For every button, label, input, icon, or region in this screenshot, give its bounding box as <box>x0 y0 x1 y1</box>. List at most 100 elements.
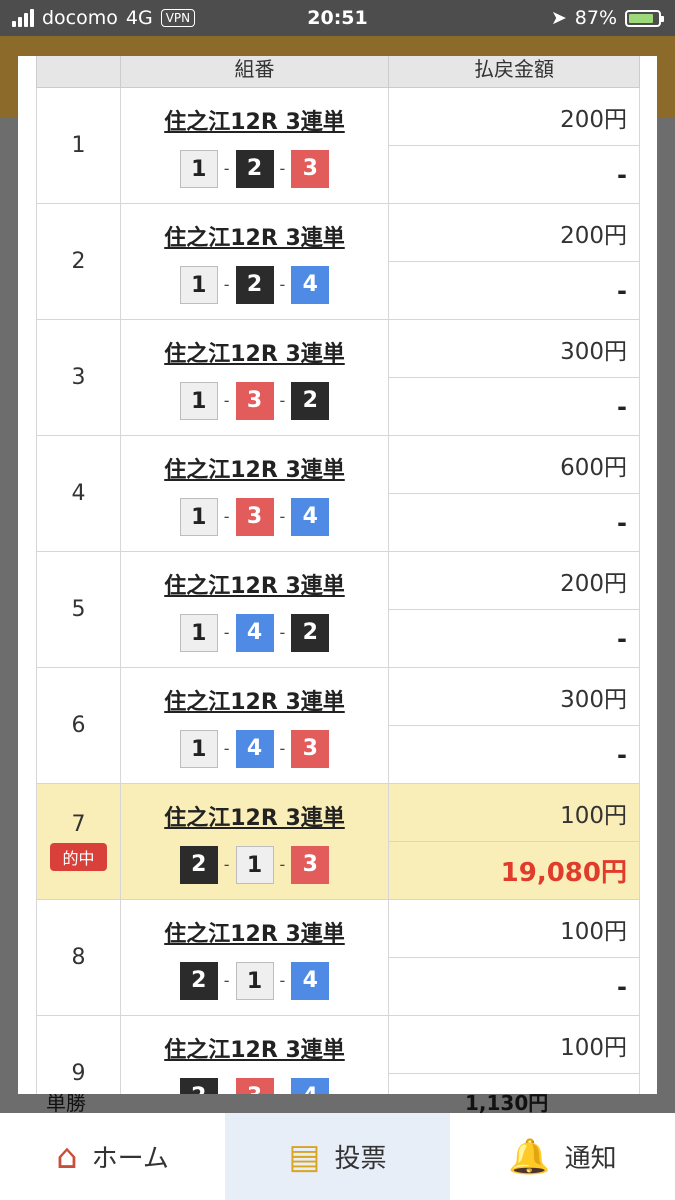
combo-separator: - <box>223 275 230 294</box>
race-cell: 住之江12R 3連単 1-3-2 <box>120 319 389 436</box>
payout-amount: - <box>388 725 640 784</box>
combo-separator: - <box>279 971 286 990</box>
boat-number-box: 3 <box>291 845 330 884</box>
race-link[interactable]: 住之江12R 3連単 <box>121 684 388 716</box>
boat-number-box: 1 <box>179 381 218 420</box>
race-link[interactable]: 住之江12R 3連単 <box>121 104 388 136</box>
row-number: 5 <box>71 597 86 622</box>
race-link[interactable]: 住之江12R 3連単 <box>121 568 388 600</box>
boat-number-box: 3 <box>235 497 274 536</box>
combination: 1-2-3 <box>121 149 388 188</box>
combo-separator: - <box>224 1087 230 1094</box>
race-cell: 住之江12R 3連単 1-4-2 <box>120 551 389 668</box>
boat-number-box: 4 <box>235 729 274 768</box>
row-number: 4 <box>71 481 86 506</box>
row-number-cell: 1 <box>36 87 121 204</box>
combination: 2-3-4 <box>121 1077 388 1094</box>
row-number-cell: 7 的中 <box>36 783 121 900</box>
bet-amount: 100円 <box>388 783 640 842</box>
row-number: 2 <box>71 249 86 274</box>
boat-number-box: 1 <box>179 149 218 188</box>
row-number-cell: 3 <box>36 319 121 436</box>
boat-number-box: 1 <box>179 265 218 304</box>
bottom-tab-bar: ⌂ ホーム ▤ 投票 🔔 通知 <box>0 1113 675 1200</box>
payout-amount: - <box>388 493 640 552</box>
row-number: 7 <box>71 812 86 837</box>
bet-amount: 300円 <box>388 319 640 378</box>
boat-number-box: 2 <box>235 149 274 188</box>
boat-number-box: 1 <box>179 613 218 652</box>
race-link[interactable]: 住之江12R 3連単 <box>121 916 388 948</box>
status-bar: docomo 4G VPN 20:51 ➤ 87% <box>0 0 675 36</box>
bet-amount: 100円 <box>388 1015 640 1074</box>
table-row: 6 住之江12R 3連単 1-4-3 300円 <box>36 667 640 784</box>
boat-number-box: 3 <box>291 149 330 188</box>
combo-separator: - <box>223 855 230 874</box>
tab-notification[interactable]: 🔔 通知 <box>450 1113 675 1200</box>
row-number: 8 <box>71 945 86 970</box>
row-number-cell: 9 <box>36 1015 121 1094</box>
combo-separator: - <box>223 971 230 990</box>
boat-number-box: 1 <box>179 497 218 536</box>
bet-amount: 200円 <box>388 203 640 262</box>
table-row: 3 住之江12R 3連単 1-3-2 300円 <box>36 319 640 436</box>
race-cell: 住之江12R 3連単 1-2-3 <box>120 87 389 204</box>
row-number: 1 <box>71 133 86 158</box>
boat-number-box: 2 <box>179 961 218 1000</box>
race-cell: 住之江12R 3連単 1-4-3 <box>120 667 389 784</box>
race-link[interactable]: 住之江12R 3連単 <box>121 1032 388 1064</box>
combination: 1-4-2 <box>121 613 388 652</box>
payout-amount: - <box>388 609 640 668</box>
boat-number-box: 2 <box>179 1077 218 1094</box>
payout-amount: 19,080円 <box>388 841 640 900</box>
boat-number-box: 3 <box>235 381 274 420</box>
combination: 1-3-4 <box>121 497 388 536</box>
boat-number-box: 1 <box>235 845 274 884</box>
race-cell: 住之江12R 3連単 1-3-4 <box>120 435 389 552</box>
combination: 1-4-3 <box>121 729 388 768</box>
payout-amount: - <box>388 957 640 1016</box>
row-number: 3 <box>71 365 86 390</box>
location-icon: ➤ <box>550 7 567 29</box>
combo-separator: - <box>279 855 286 874</box>
race-link[interactable]: 住之江12R 3連単 <box>121 800 388 832</box>
race-link[interactable]: 住之江12R 3連単 <box>121 452 388 484</box>
boat-number-box: 1 <box>235 961 274 1000</box>
tab-notification-label: 通知 <box>564 1144 617 1174</box>
boat-number-box: 4 <box>291 497 330 536</box>
combo-separator: - <box>279 507 286 526</box>
boat-number-box: 2 <box>291 381 330 420</box>
payout-amount <box>388 1073 640 1094</box>
boat-number-box: 4 <box>291 1077 330 1094</box>
boat-number-box: 2 <box>179 845 218 884</box>
header-combination: 組番 <box>120 56 389 88</box>
tab-home[interactable]: ⌂ ホーム <box>0 1113 225 1200</box>
bet-table: 組番 払戻金額 1 住之江12R 3連単 1-2-3 200円 -2 住之江12R 3連単… <box>36 56 640 1094</box>
combo-separator: - <box>279 391 286 410</box>
table-row: 1 住之江12R 3連単 1-2-3 200円 <box>36 87 640 204</box>
combo-separator: - <box>279 159 286 178</box>
table-row: 5 住之江12R 3連単 1-4-2 200円 <box>36 551 640 668</box>
bet-amount: 200円 <box>388 87 640 146</box>
combo-separator: - <box>223 391 230 410</box>
boat-number-box: 1 <box>179 729 218 768</box>
tab-home-label: ホーム <box>91 1144 169 1174</box>
race-cell: 住之江12R 3連単 2-1-3 <box>120 783 389 900</box>
combo-separator: - <box>279 275 286 294</box>
table-row: 9住之江12R 3連単 2-3-4100円 <box>36 1015 640 1094</box>
race-link[interactable]: 住之江12R 3連単 <box>121 336 388 368</box>
race-link[interactable]: 住之江12R 3連単 <box>121 220 388 252</box>
race-cell: 住之江12R 3連単 2-1-4 <box>120 899 389 1016</box>
combo-separator: - <box>223 159 230 178</box>
battery-percent: 87% <box>574 7 617 29</box>
table-row: 4 住之江12R 3連単 1-3-4 600円 <box>36 435 640 552</box>
combo-separator: - <box>280 1087 286 1094</box>
combination: 1-3-2 <box>121 381 388 420</box>
race-cell: 住之江12R 3連単 2-3-4 <box>120 1015 389 1094</box>
combination: 2-1-4 <box>121 961 388 1000</box>
boat-number-box: 2 <box>235 265 274 304</box>
bet-amount: 100円 <box>388 899 640 958</box>
bet-amount: 300円 <box>388 667 640 726</box>
tab-vote[interactable]: ▤ 投票 <box>225 1113 450 1200</box>
combination: 2-1-3 <box>121 845 388 884</box>
